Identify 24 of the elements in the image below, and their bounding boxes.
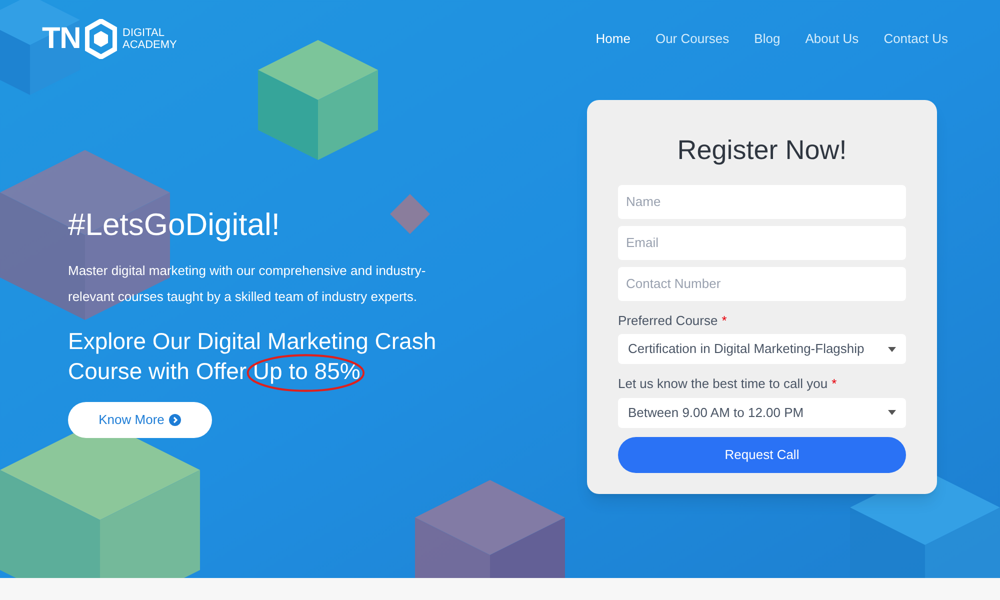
field-label: Preferred Course *	[618, 312, 727, 330]
text-field[interactable]: Name	[618, 184, 906, 218]
hero-title: #LetsGoDigital!	[68, 206, 280, 244]
caret-icon	[888, 346, 896, 352]
know-more-button[interactable]: Know More	[68, 402, 212, 438]
chevron-circle-icon	[169, 414, 182, 426]
dropdown-field[interactable]: Certification in Digital Marketing-Flagship	[618, 334, 906, 364]
hero-description: Master digital marketing with our comprehensive and industry-relevant courses taught by a skilled team of industry experts.	[68, 262, 427, 306]
hexagon-icon	[84, 18, 116, 58]
form-title: Register Now!	[676, 134, 848, 167]
field-label: Let us know the best time to call you *	[618, 375, 837, 393]
request-call-button[interactable]: Request Call	[618, 436, 906, 472]
offer-heading: Explore Our Digital Marketing Crash Course with Offer Up to 85%	[68, 326, 498, 386]
nav-link[interactable]: Our Courses	[655, 28, 730, 48]
logo[interactable]: TN DIGITAL ACADEMY	[42, 16, 177, 61]
nav-link[interactable]: Blog	[754, 28, 780, 48]
text-field[interactable]: Contact Number	[618, 266, 906, 300]
dropdown-field[interactable]: Between 9.00 AM to 12.00 PM	[618, 398, 906, 428]
diamond-shape	[390, 194, 430, 234]
nav-link[interactable]: Home	[596, 28, 630, 48]
nav-link[interactable]: Contact Us	[884, 28, 948, 48]
nav-link[interactable]: About Us	[805, 28, 859, 48]
caret-icon	[888, 410, 896, 415]
text-field[interactable]: Email	[618, 226, 906, 260]
